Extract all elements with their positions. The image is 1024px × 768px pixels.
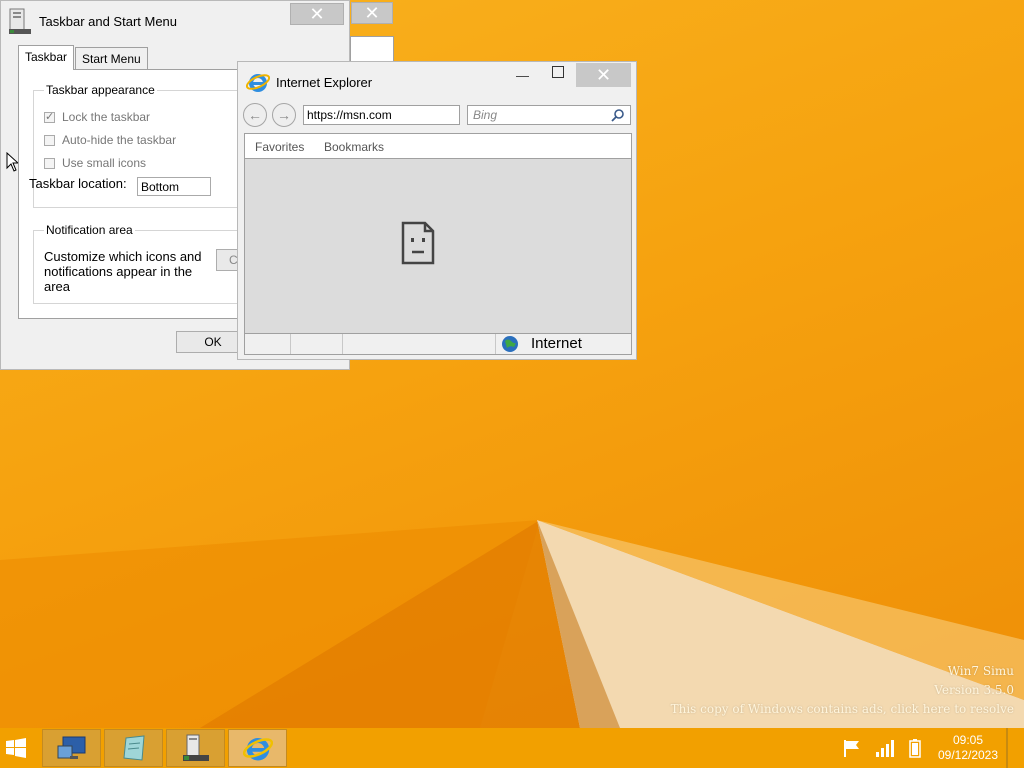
- internet-explorer-window: Internet Explorer — ✕ ← → https://msn.co…: [237, 61, 637, 360]
- auto-hide-option[interactable]: Auto-hide the taskbar: [44, 133, 176, 147]
- small-icons-checkbox[interactable]: [44, 157, 55, 169]
- bookmarks-link[interactable]: Bookmarks: [324, 140, 384, 154]
- globe-icon: [502, 336, 518, 352]
- background-window-edge: [350, 36, 394, 62]
- start-button[interactable]: [6, 738, 26, 758]
- search-icon[interactable]: [611, 108, 625, 122]
- page-error-icon: [401, 221, 435, 265]
- clock-time: 09:05: [952, 733, 984, 747]
- ie-minimize-button[interactable]: —: [516, 68, 529, 83]
- taskbar-notepad-button[interactable]: [104, 729, 163, 767]
- taskbar-location-select[interactable]: Bottom: [137, 177, 211, 196]
- network-signal-icon[interactable]: [875, 738, 895, 758]
- taskbar-location-label: Taskbar location:: [29, 176, 127, 191]
- taskbar-computer-button[interactable]: [42, 729, 101, 767]
- close-icon: ✕: [364, 2, 380, 23]
- watermark-line1: Win7 Simu: [947, 664, 1014, 678]
- maximize-icon: [552, 66, 564, 78]
- search-placeholder: Bing: [473, 108, 498, 122]
- back-button[interactable]: ←: [243, 103, 267, 127]
- close-icon: ✕: [309, 3, 325, 24]
- ie-maximize-button[interactable]: [552, 66, 564, 81]
- dialog-title: Taskbar and Start Menu: [39, 14, 178, 29]
- minimize-icon: —: [516, 68, 529, 83]
- auto-hide-label: Auto-hide the taskbar: [62, 133, 177, 147]
- favorites-bar: Favorites Bookmarks: [244, 133, 632, 159]
- close-icon: ✕: [595, 64, 612, 85]
- lock-taskbar-option[interactable]: Lock the taskbar: [44, 110, 150, 124]
- security-zone-label: Internet: [531, 335, 582, 352]
- taskbar-properties-button[interactable]: [166, 729, 225, 767]
- taskbar-internet-explorer-button[interactable]: [228, 729, 287, 767]
- tab-start-menu[interactable]: Start Menu: [75, 47, 148, 70]
- ie-status-bar: Internet: [244, 333, 632, 355]
- internet-explorer-logo-icon: [246, 74, 270, 92]
- ie-close-button[interactable]: ✕: [576, 63, 631, 87]
- group-label-appearance: Taskbar appearance: [44, 83, 157, 97]
- show-desktop-button[interactable]: [1006, 728, 1008, 768]
- status-divider: [342, 334, 343, 354]
- dialog-close-button[interactable]: ✕: [290, 3, 344, 25]
- taskbar-properties-icon: [182, 734, 209, 761]
- status-divider: [495, 334, 496, 354]
- computer-icon: [57, 736, 85, 759]
- favorites-link[interactable]: Favorites: [255, 140, 304, 154]
- status-divider: [290, 334, 291, 354]
- battery-icon[interactable]: [905, 738, 925, 758]
- arrow-left-icon: ←: [248, 107, 262, 123]
- lock-taskbar-checkbox[interactable]: [44, 110, 55, 123]
- taskbar: 09:05 09/12/2023: [0, 728, 1024, 768]
- tab-taskbar[interactable]: Taskbar: [18, 45, 75, 70]
- taskbar-properties-icon: [9, 8, 31, 34]
- internet-explorer-logo-icon: [242, 738, 273, 761]
- small-icons-label: Use small icons: [62, 156, 147, 170]
- lock-taskbar-label: Lock the taskbar: [62, 110, 151, 124]
- notification-description: Customize which icons and notifications …: [44, 249, 202, 294]
- clock-date: 09/12/2023: [937, 748, 999, 762]
- notepad-icon: [122, 735, 145, 761]
- search-box[interactable]: Bing: [467, 105, 631, 125]
- page-content-area[interactable]: [244, 159, 632, 334]
- forward-button[interactable]: →: [272, 103, 296, 127]
- watermark-line3[interactable]: This copy of Windows contains ads, click…: [671, 702, 1014, 716]
- address-bar[interactable]: https://msn.com: [303, 105, 460, 125]
- watermark-line2: Version 3.5.0: [934, 683, 1014, 697]
- small-icons-option[interactable]: Use small icons: [44, 156, 146, 170]
- auto-hide-checkbox[interactable]: [44, 134, 55, 146]
- mouse-cursor-icon: [6, 152, 18, 172]
- background-window-close-button[interactable]: ✕: [351, 2, 393, 24]
- ie-title: Internet Explorer: [276, 75, 373, 90]
- arrow-right-icon: →: [277, 107, 291, 123]
- action-center-flag-icon[interactable]: [842, 738, 862, 758]
- system-clock[interactable]: 09:05 09/12/2023: [934, 733, 1002, 763]
- group-label-notification: Notification area: [44, 223, 135, 237]
